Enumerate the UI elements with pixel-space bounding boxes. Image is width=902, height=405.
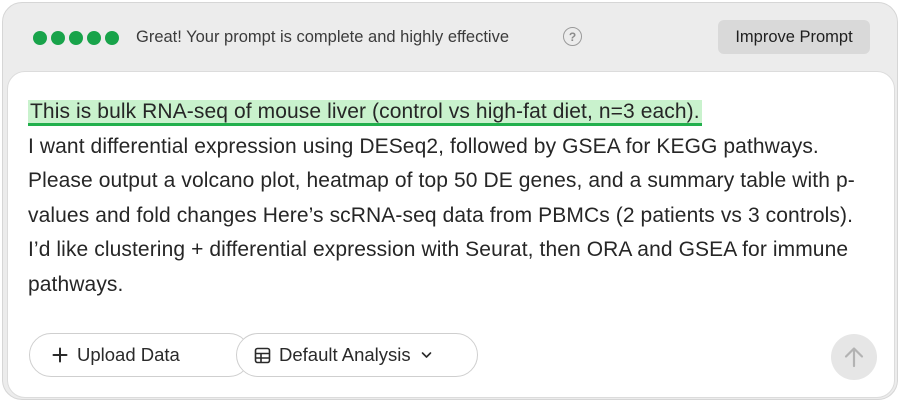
improve-prompt-button[interactable]: Improve Prompt <box>718 20 870 54</box>
prompt-body-text: I want differential expression using DES… <box>28 134 855 296</box>
question-circle-icon[interactable]: ? <box>563 27 582 46</box>
prompt-text[interactable]: This is bulk RNA-seq of mouse liver (con… <box>28 95 873 302</box>
prompt-editor[interactable]: This is bulk RNA-seq of mouse liver (con… <box>7 71 895 398</box>
upload-data-button[interactable]: Upload Data <box>29 333 251 377</box>
rating-dot <box>51 31 65 45</box>
rating-dot <box>33 31 47 45</box>
quality-rating-dots <box>33 31 119 45</box>
rating-dot <box>87 31 101 45</box>
plus-icon <box>52 347 68 363</box>
highlighted-sentence: This is bulk RNA-seq of mouse liver (con… <box>28 100 702 126</box>
default-analysis-label: Default Analysis <box>279 344 411 365</box>
prompt-card: Great! Your prompt is complete and highl… <box>2 2 898 400</box>
upload-data-label: Upload Data <box>77 344 180 365</box>
arrow-up-icon <box>843 345 865 369</box>
chevron-down-icon <box>421 351 432 359</box>
quality-message: Great! Your prompt is complete and highl… <box>136 28 509 46</box>
rating-dot <box>69 31 83 45</box>
default-analysis-dropdown[interactable]: Default Analysis <box>236 333 478 377</box>
table-icon <box>254 347 271 364</box>
rating-dot <box>105 31 119 45</box>
prompt-quality-bar: Great! Your prompt is complete and highl… <box>3 3 897 71</box>
send-button[interactable] <box>831 334 877 380</box>
